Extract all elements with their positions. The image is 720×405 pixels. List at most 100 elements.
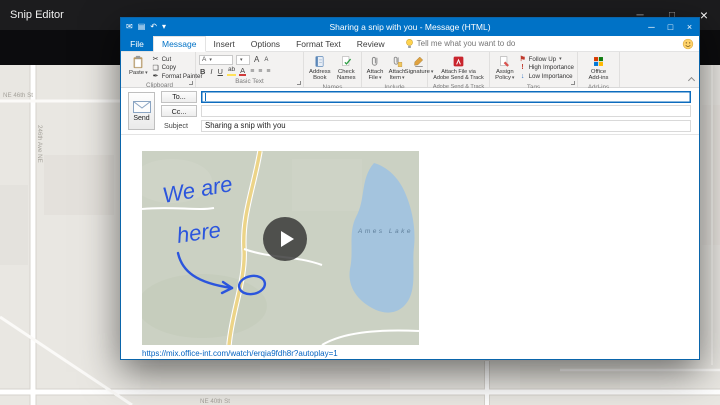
cut-icon: ✂: [152, 56, 159, 64]
high-importance-icon: !: [521, 64, 524, 72]
copy-button[interactable]: ❏ Copy: [152, 64, 203, 73]
font-name-select[interactable]: A ▾: [199, 54, 233, 65]
align-icon[interactable]: ≡: [265, 68, 270, 75]
dropdown-icon: ▾: [145, 70, 148, 76]
street-label-vertical: 246th Ave NE: [36, 125, 43, 163]
quick-access-toolbar: ✉ ▤ ↶ ▾: [126, 18, 166, 36]
ribbon-group-include: Attach File▾ Attach Item▾ Signature▾: [362, 52, 433, 91]
collapse-ribbon-icon[interactable]: [687, 76, 696, 85]
attach-item-icon: [393, 56, 403, 67]
outlook-window-title: Sharing a snip with you - Message (HTML): [329, 22, 491, 32]
font-size-select[interactable]: ▾: [236, 54, 250, 65]
feedback-smiley-icon[interactable]: [682, 38, 694, 50]
high-importance-button[interactable]: ! High Importance: [519, 64, 574, 73]
tab-insert[interactable]: Insert: [206, 36, 243, 51]
dialog-launcher-icon[interactable]: [297, 81, 301, 85]
copy-icon: ❏: [152, 64, 159, 72]
group-label-basic-text: Basic Text: [235, 78, 264, 85]
message-body[interactable]: Ames Lake We are here https://mix.office…: [121, 135, 699, 359]
outlook-titlebar: ✉ ▤ ↶ ▾ Sharing a snip with you - Messag…: [121, 18, 699, 36]
lake-label: Ames Lake: [357, 228, 413, 235]
tab-file[interactable]: File: [121, 36, 153, 51]
send-envelope-icon: [132, 100, 151, 113]
undo-icon[interactable]: ↶: [150, 23, 157, 31]
paste-icon: [133, 55, 143, 69]
address-book-icon: [315, 56, 324, 67]
low-importance-button[interactable]: ↓ Low Importance: [519, 72, 574, 81]
subject-field[interactable]: Sharing a snip with you: [201, 119, 691, 132]
send-button[interactable]: Send: [128, 92, 155, 130]
minimize-icon[interactable]: ─: [642, 18, 661, 36]
check-names-button[interactable]: Check Names: [335, 54, 358, 83]
paste-button[interactable]: Paste▾: [127, 54, 150, 77]
ribbon-group-clipboard: Paste▾ ✂ Cut ❏ Copy ✒ Format Painter Cli…: [124, 52, 203, 89]
tell-me-box[interactable]: Tell me what you want to do: [405, 36, 516, 51]
font-icon: A: [202, 56, 207, 63]
to-button[interactable]: To...: [161, 90, 197, 103]
tab-format-text[interactable]: Format Text: [288, 36, 349, 51]
attach-file-button[interactable]: Attach File▾: [365, 54, 385, 83]
ribbon-group-names: Address Book Check Names Names: [304, 52, 362, 91]
message-header: Send To... Cc... Subject Sharing a snip …: [121, 88, 699, 135]
font-color-icon[interactable]: A: [239, 67, 247, 77]
cc-field[interactable]: [201, 105, 691, 117]
street-label-left: NE 46th St: [3, 92, 33, 99]
ribbon-tab-bar: File Message Insert Options Format Text …: [121, 36, 699, 52]
text-cursor: [205, 92, 206, 101]
address-book-button[interactable]: Address Book: [307, 54, 333, 83]
street-label-bottom: NE 40th St: [200, 398, 230, 405]
ribbon-group-basic-text: A ▾ ▾ A A B I U ab A ≡ ≡ ≡ Basic Text: [196, 52, 304, 87]
mail-app-icon: ✉: [126, 22, 133, 31]
check-names-icon: [341, 56, 351, 66]
signature-button[interactable]: Signature▾: [405, 54, 433, 76]
ribbon-group-adobe: Attach File via Adobe Send & Track Adobe…: [428, 52, 490, 90]
assign-policy-button[interactable]: Assign Policy▾: [493, 54, 517, 83]
dropdown-icon: ▾: [559, 56, 562, 63]
dialog-launcher-icon[interactable]: [189, 81, 193, 85]
qat-customize-icon[interactable]: ▾: [162, 23, 166, 31]
subject-label: Subject: [164, 121, 188, 130]
ribbon-group-addins: Office Add-ins Add-ins: [578, 52, 620, 91]
numbering-icon[interactable]: ≡: [257, 68, 262, 75]
bullets-icon[interactable]: ≡: [249, 68, 254, 75]
underline-icon[interactable]: U: [217, 68, 224, 76]
cc-button[interactable]: Cc...: [161, 105, 197, 117]
video-share-link[interactable]: https://mix.office-int.com/watch/erqia9f…: [142, 349, 338, 358]
tab-review[interactable]: Review: [349, 36, 393, 51]
paperclip-icon: [371, 56, 378, 66]
lightbulb-icon: [405, 39, 413, 48]
dialog-launcher-icon[interactable]: [571, 81, 575, 85]
adobe-send-track-button[interactable]: Attach File via Adobe Send & Track: [431, 54, 486, 83]
grow-font-icon[interactable]: A: [253, 55, 260, 64]
dropdown-icon: ▾: [240, 56, 243, 63]
shrink-font-icon[interactable]: A: [263, 57, 269, 63]
dropdown-icon: ▾: [401, 75, 405, 82]
format-painter-button[interactable]: ✒ Format Painter: [152, 72, 203, 81]
outlook-window-controls: ─ □ ×: [642, 18, 699, 36]
play-icon: [280, 231, 294, 247]
dropdown-icon: ▾: [209, 56, 212, 63]
tell-me-label: Tell me what you want to do: [416, 39, 516, 48]
italic-icon[interactable]: I: [209, 68, 213, 76]
snip-window-title: Snip Editor: [10, 9, 64, 21]
to-field[interactable]: [201, 90, 691, 103]
snip-video-thumbnail[interactable]: Ames Lake We are here: [142, 151, 419, 345]
follow-up-button[interactable]: ⚑ Follow Up ▾: [519, 55, 574, 64]
snip-editor-window: Snip Editor ─ □ × NE 46th St 246th Ave N…: [0, 0, 720, 405]
format-painter-icon: ✒: [152, 73, 159, 81]
outlook-message-window: ✉ ▤ ↶ ▾ Sharing a snip with you - Messag…: [120, 17, 700, 360]
maximize-icon[interactable]: □: [661, 18, 680, 36]
tab-message[interactable]: Message: [153, 36, 206, 52]
dropdown-icon: ▾: [511, 75, 515, 82]
highlight-icon[interactable]: ab: [226, 67, 237, 76]
cut-button[interactable]: ✂ Cut: [152, 55, 203, 64]
assign-policy-icon: [500, 56, 510, 67]
bold-icon[interactable]: B: [199, 68, 206, 76]
office-addins-button[interactable]: Office Add-ins: [583, 54, 615, 83]
signature-pen-icon: [414, 56, 424, 67]
tab-options[interactable]: Options: [243, 36, 288, 51]
dropdown-icon: ▾: [379, 75, 382, 82]
save-icon[interactable]: ▤: [138, 23, 146, 31]
close-icon[interactable]: ×: [680, 18, 699, 36]
play-button[interactable]: [263, 217, 307, 261]
